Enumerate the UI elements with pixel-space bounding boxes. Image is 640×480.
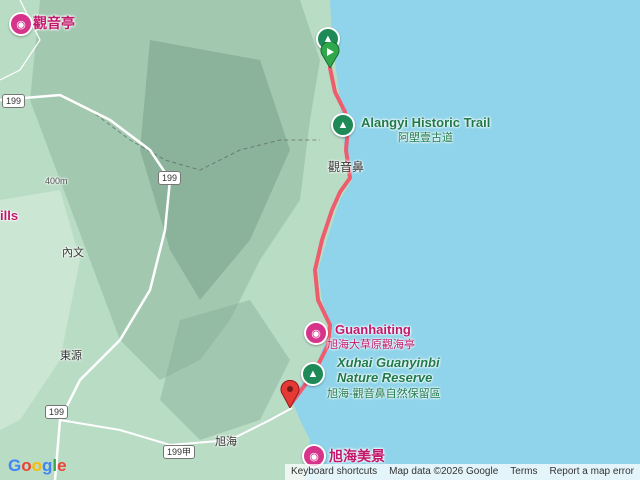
reserve-zh-label: 旭海-觀音鼻自然保留區	[327, 388, 441, 400]
road-shield-199: 199	[45, 405, 69, 419]
camera-icon[interactable]: ◉	[9, 12, 33, 36]
guanyinbi-cape-label: 觀音鼻	[328, 160, 365, 174]
neiwen-label: 內文	[62, 247, 84, 259]
dongyuan-label: 東源	[60, 350, 82, 362]
google-logo: Google	[8, 456, 67, 475]
road-shield-199: 199	[2, 94, 26, 108]
guanhaiting-zh-label: 旭海大草原觀海亭	[327, 339, 415, 351]
keyboard-shortcuts-link[interactable]: Keyboard shortcuts	[285, 464, 383, 480]
reserve-label-line2[interactable]: Nature Reserve	[337, 370, 432, 385]
report-error-link[interactable]: Report a map error	[544, 464, 640, 480]
xuhai-beauty-label[interactable]: 旭海美景	[329, 446, 385, 466]
map-footer: Keyboard shortcuts Map data ©2026 Google…	[284, 464, 640, 480]
poi-guanyinting-label[interactable]: 觀音亭	[33, 13, 75, 33]
red-pin-icon[interactable]	[279, 379, 301, 410]
map-data-text: Map data ©2026 Google	[389, 466, 499, 477]
tree-icon[interactable]: ▲	[331, 113, 355, 137]
guanhaiting-label[interactable]: Guanhaiting	[335, 322, 411, 337]
map-canvas[interactable]	[0, 0, 640, 480]
ills-label: ills	[0, 208, 19, 223]
contour-label: 400m	[45, 176, 68, 186]
green-flag-icon[interactable]	[318, 40, 342, 69]
road-shield-199jia: 199甲	[163, 445, 196, 459]
camera-icon[interactable]: ◉	[304, 321, 328, 345]
tree-icon[interactable]: ▲	[301, 362, 325, 386]
alangyi-trail-label[interactable]: Alangyi Historic Trail	[361, 115, 490, 130]
xuhai-label: 旭海	[215, 436, 237, 448]
road-shield-199: 199	[158, 171, 182, 185]
reserve-label-line1[interactable]: Xuhai Guanyinbi	[337, 355, 440, 370]
alangyi-trail-zh-label: 阿塱壹古道	[398, 132, 453, 144]
terms-link[interactable]: Terms	[504, 464, 543, 480]
